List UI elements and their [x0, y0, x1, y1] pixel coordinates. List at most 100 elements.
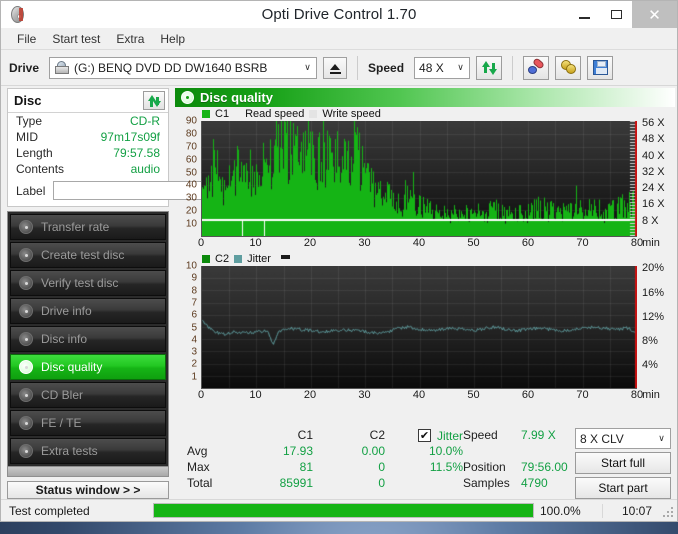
- sidebar-item-extra-tests[interactable]: Extra tests: [10, 438, 166, 464]
- legend-label-jitter: Jitter: [247, 253, 271, 265]
- y-axis-ticks-top: 10 20 30 40 50 60 70 80 90: [175, 116, 199, 237]
- save-button[interactable]: [587, 55, 614, 80]
- sidebar-item-label: FE / TE: [41, 416, 82, 430]
- disc-refresh-button[interactable]: [143, 91, 165, 110]
- drive-select-value: (G:) BENQ DVD DD DW1640 BSRB: [74, 60, 268, 75]
- sidebar-item-label: Verify test disc: [41, 276, 119, 290]
- sidebar-item-label: Create test disc: [41, 248, 125, 262]
- sidebar-item-label: Extra tests: [41, 444, 98, 458]
- coins-button[interactable]: [555, 55, 582, 80]
- clv-speed-value: 8 X CLV: [580, 431, 624, 446]
- x-tick: 20: [303, 389, 317, 401]
- disc-mid-label: MID: [16, 130, 38, 144]
- y2-tick: 16 X: [642, 198, 665, 211]
- start-full-button[interactable]: Start full: [575, 452, 671, 474]
- samples-stat-label: Samples: [463, 476, 510, 490]
- y2-tick: 32 X: [642, 165, 665, 178]
- disc-panel-title: Disc: [14, 93, 42, 108]
- disc-length-value: 79:57.58: [113, 146, 160, 160]
- menu-file[interactable]: File: [9, 30, 44, 48]
- c2-jitter-chart: C2 Jitter 1 2 3 4 5 6 7 8 9 10 4% 8% 12% 16% 20% 0 10 2…: [175, 252, 675, 404]
- disc-contents-value: audio: [130, 162, 160, 176]
- position-stat-row: Position 79:56.00: [463, 460, 573, 476]
- y-tick: 7: [191, 297, 197, 309]
- sidebar-item-create-test-disc[interactable]: Create test disc: [10, 242, 166, 268]
- eject-button[interactable]: [323, 56, 348, 79]
- test-actions: 8 X CLV ∨ Start full Start part: [573, 428, 671, 499]
- x-tick: 20: [303, 237, 317, 249]
- sidebar-item-transfer-rate[interactable]: Transfer rate: [10, 214, 166, 240]
- disc-type-label: Type: [16, 114, 43, 128]
- chart-area-top: 10 20 30 40 50 60 70 80 90 8 X 16 X 24 X 32 X 40 X 48…: [175, 116, 675, 237]
- avg-c1-value: 17.93: [282, 444, 313, 458]
- speed-stat-row: Speed 7.99 X: [463, 428, 573, 444]
- sidebar-item-label: Transfer rate: [41, 220, 110, 234]
- x-axis-ticks-bottom: 0 10 20 30 40 50 60 70 80 min: [175, 389, 675, 404]
- y2-tick: 40 X: [642, 149, 665, 162]
- toolbar-divider-2: [512, 55, 514, 80]
- status-bar: Test completed 100.0% 10:07: [1, 499, 677, 521]
- clv-speed-select[interactable]: 8 X CLV ∨: [575, 428, 671, 449]
- menu-start-test[interactable]: Start test: [44, 30, 108, 48]
- chart-legend-top: C1 Read speed Write speed: [175, 107, 675, 121]
- y-tick: 10: [185, 260, 197, 272]
- sidebar-item-fe-te[interactable]: FE / TE: [10, 410, 166, 436]
- chevron-down-icon: ∨: [304, 62, 311, 72]
- drive-toolbar: Drive (G:) BENQ DVD DD DW1640 BSRB ∨ Spe…: [1, 50, 677, 86]
- sidebar-item-disc-info[interactable]: Disc info: [10, 326, 166, 352]
- plot-area-bottom[interactable]: [201, 266, 637, 389]
- x-tick: 60: [521, 389, 535, 401]
- main-panel: Disc quality C1 Read speed Write speed 1…: [173, 86, 677, 499]
- legend-swatch-c2: [202, 255, 210, 263]
- y2-tick: 24 X: [642, 182, 665, 195]
- legend-label-c1: C1: [215, 108, 230, 120]
- start-part-button[interactable]: Start part: [575, 477, 671, 499]
- max-jitter-value: 11.5%: [429, 460, 463, 474]
- disc-row-contents: Contents audio: [8, 161, 168, 177]
- total-c1-value: 85991: [279, 476, 313, 490]
- position-stat-value: 79:56.00: [521, 460, 568, 474]
- status-window-button[interactable]: Status window > >: [7, 481, 169, 499]
- menu-help[interactable]: Help: [152, 30, 193, 48]
- speed-select[interactable]: 48 X ∨: [414, 56, 471, 79]
- drive-select[interactable]: (G:) BENQ DVD DD DW1640 BSRB ∨: [49, 56, 318, 79]
- sidebar-item-disc-quality[interactable]: Disc quality: [10, 354, 166, 380]
- pill-button[interactable]: [523, 55, 550, 80]
- sidebar-item-verify-test-disc[interactable]: Verify test disc: [10, 270, 166, 296]
- legend-label-c2: C2: [215, 253, 230, 265]
- x-tick: 10: [249, 389, 262, 401]
- jitter-toggle[interactable]: ✔ Jitter: [385, 429, 463, 443]
- y-tick: 30: [185, 192, 197, 204]
- disc-quality-icon: [181, 91, 194, 104]
- y-tick: 60: [185, 154, 197, 166]
- disc-row-length: Length 79:57.58: [8, 145, 168, 161]
- statistics-panel: C1 C2 ✔ Jitter Avg 17.93 0.00 10.0% Max …: [175, 424, 675, 499]
- jitter-checkbox[interactable]: ✔: [417, 429, 431, 442]
- disc-label-row: Label: [8, 177, 257, 206]
- refresh-icon: [147, 94, 161, 107]
- refresh-button[interactable]: [476, 55, 503, 80]
- speed-select-value: 48 X: [419, 60, 444, 75]
- disc-icon: [19, 332, 33, 346]
- x-tick: 50: [467, 237, 480, 249]
- window-title: Opti Drive Control 1.70: [261, 6, 417, 23]
- legend-label-read-speed: Read speed: [245, 108, 305, 120]
- speed-stat-label: Speed: [463, 428, 498, 442]
- disc-icon: [19, 444, 33, 458]
- table-row-max: Max 81 0 11.5%: [179, 460, 463, 476]
- sidebar-item-drive-info[interactable]: Drive info: [10, 298, 166, 324]
- y-tick: 4: [191, 334, 197, 346]
- disc-row-mid: MID 97m17s09f: [8, 129, 168, 145]
- disc-icon: [19, 220, 33, 234]
- row-label-avg: Avg: [187, 444, 208, 458]
- plot-area-top[interactable]: [201, 121, 637, 237]
- sidebar-item-cd-bler[interactable]: CD Bler: [10, 382, 166, 408]
- y2-tick: 4%: [642, 358, 658, 371]
- y-tick: 70: [185, 141, 197, 153]
- error-stats-table: C1 C2 ✔ Jitter Avg 17.93 0.00 10.0% Max …: [179, 428, 463, 499]
- menu-extra[interactable]: Extra: [108, 30, 152, 48]
- drive-label: Drive: [9, 60, 40, 75]
- resize-grip[interactable]: [660, 504, 674, 518]
- y2-axis-ticks-top: 8 X 16 X 24 X 32 X 40 X 48 X 56 X: [639, 117, 675, 237]
- disc-label-label: Label: [16, 183, 46, 198]
